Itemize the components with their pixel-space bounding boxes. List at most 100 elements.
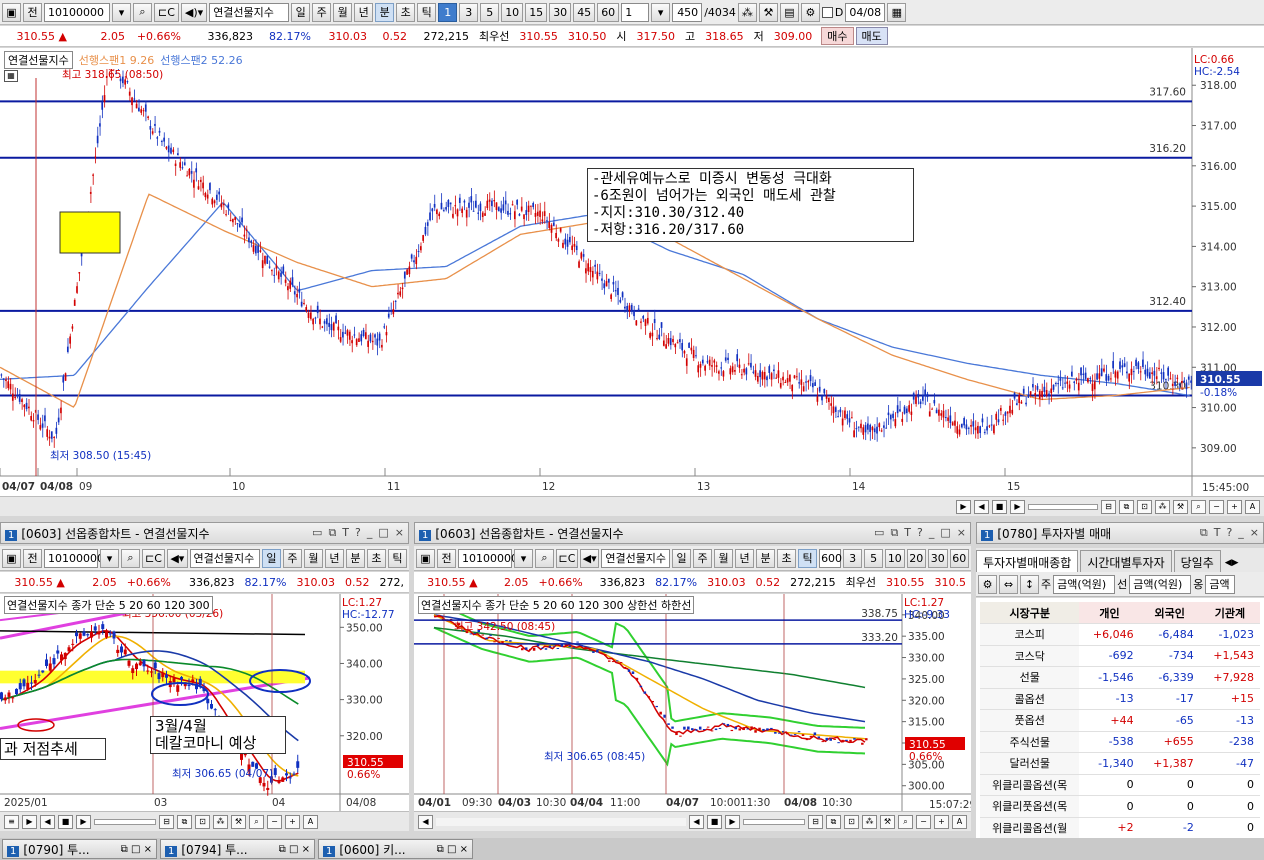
minus-icon[interactable]: − xyxy=(267,814,282,829)
tab-scroll-icon[interactable]: ◀▶ xyxy=(1223,558,1241,572)
speaker-icon[interactable]: ◀▾ xyxy=(579,548,600,568)
period-week[interactable]: 주 xyxy=(693,548,713,568)
table-row[interactable]: 선물 -1,546 -6,339 +7,928 xyxy=(980,666,1260,689)
tab-summary[interactable]: 투자자별매매종합 xyxy=(976,550,1079,572)
left-daily-chart[interactable]: 350.00 340.00 330.00 320.00 2025/01 03 04 04/08… xyxy=(0,594,409,812)
table-row[interactable]: 위클리콜옵션(목 0 0 0 xyxy=(980,774,1260,796)
period-week[interactable]: 주 xyxy=(312,2,332,22)
code-dropdown-icon[interactable]: ▾ xyxy=(112,2,131,22)
amount-select[interactable]: 금액(억원) xyxy=(1053,574,1116,594)
code-dropdown-icon[interactable]: ▾ xyxy=(100,548,119,568)
prev-button[interactable]: 전 xyxy=(23,2,42,22)
table-row[interactable]: 콜옵션 -13 -17 +15 xyxy=(980,688,1260,710)
mid-scrollbar[interactable]: ◀ ◀ ■ ▶ ⊟ ⧉ ⊡ ⁂ ⚒ ⌕ − + A xyxy=(414,811,971,831)
chart-menu-icon[interactable]: ▣ xyxy=(2,548,21,568)
window-icon[interactable]: ▭ xyxy=(312,526,322,540)
zoom-slider[interactable] xyxy=(94,818,156,825)
table-row[interactable]: 위클리콜옵션(월 +2 -2 0 xyxy=(980,817,1260,838)
chart-menu-icon[interactable]: ▣ xyxy=(2,2,21,22)
prev-button[interactable]: 전 xyxy=(23,548,42,568)
help-icon[interactable]: ? xyxy=(917,526,923,540)
compare-icon[interactable]: ⊏C xyxy=(154,2,179,22)
split-icon[interactable]: ⊡ xyxy=(195,814,210,829)
mid-tick-chart[interactable]: 340.00335.00330.00325.00320.00315.00310.… xyxy=(414,594,971,812)
layout-icon[interactable]: ⊟ xyxy=(159,814,174,829)
sell-button[interactable]: 매도 xyxy=(855,27,888,45)
main-price-chart[interactable]: 317.60316.20312.40310.30 318.00317.00316… xyxy=(0,48,1264,496)
table-row[interactable]: 풋옵션 +44 -65 -13 xyxy=(980,709,1260,732)
grid-toggle-icon[interactable]: ▦ xyxy=(4,70,18,82)
minimize-icon[interactable]: _ xyxy=(367,526,373,540)
window-icon[interactable]: ▭ xyxy=(874,526,884,540)
indicator2-icon[interactable]: ⁂ xyxy=(1155,499,1170,514)
table-row[interactable]: 위클리풋옵션(목 0 0 0 xyxy=(980,795,1260,818)
table-row[interactable]: 달러선물 -1,340 +1,387 -47 xyxy=(980,752,1260,775)
d-checkbox[interactable] xyxy=(821,6,833,18)
inv-window-titlebar[interactable]: 1 [0780] 투자자별 매매 ⧉ T? _ × xyxy=(976,522,1264,544)
code-input[interactable]: 10100000 xyxy=(44,548,104,568)
scroll-next-icon[interactable]: ▶ xyxy=(1010,499,1025,514)
interval-10[interactable]: 10 xyxy=(885,548,905,568)
indicator-icon[interactable]: ⁂ xyxy=(862,814,877,829)
minimize-icon[interactable]: _ xyxy=(1238,526,1244,540)
swap-h-icon[interactable]: ⇔ xyxy=(999,574,1018,594)
search-icon[interactable]: ⌕ xyxy=(535,548,554,568)
font-icon[interactable]: T xyxy=(342,526,349,540)
draw-icon[interactable]: ⚒ xyxy=(231,814,246,829)
copy-icon[interactable]: ⧉ xyxy=(328,526,336,540)
swap-v-icon[interactable]: ↕ xyxy=(1020,574,1039,594)
scroll-next-icon[interactable]: ▶ xyxy=(725,814,740,829)
help-icon[interactable]: ? xyxy=(355,526,361,540)
task-0600[interactable]: 1 [0600] 키... ⧉ □ × xyxy=(318,839,473,859)
legend-span2[interactable]: 선행스팬2 52.26 xyxy=(160,52,242,68)
zoom-icon[interactable]: ⌕ xyxy=(249,814,264,829)
memo-box[interactable]: -관세유예뉴스로 미증시 변동성 극대화 -6조원이 넘어가는 외국인 매도세 … xyxy=(587,168,914,242)
restore-icon[interactable]: ⧉ □ × xyxy=(279,844,310,855)
interval-3[interactable]: 3 xyxy=(843,548,863,568)
draw-icon[interactable]: ⚒ xyxy=(880,814,895,829)
mid-window-titlebar[interactable]: 1 [0603] 선옵종합차트 - 연결선물지수 ▭ ⧉ T? _ □ × xyxy=(414,522,971,544)
unit-input[interactable]: 1 xyxy=(621,2,650,22)
period-day[interactable]: 일 xyxy=(261,548,281,568)
table-row[interactable]: 주식선물 -538 +655 -238 xyxy=(980,731,1260,753)
plus-icon[interactable]: + xyxy=(285,814,300,829)
interval-45[interactable]: 45 xyxy=(573,2,596,22)
period-month[interactable]: 월 xyxy=(303,548,323,568)
period-year[interactable]: 년 xyxy=(324,548,344,568)
left-scrollbar[interactable]: ≡ ▶ ◀ ■ ▶ ⊟ ⧉ ⊡ ⁂ ⚒ ⌕ − + A xyxy=(0,811,409,831)
minimize-icon[interactable]: _ xyxy=(929,526,935,540)
period-day[interactable]: 일 xyxy=(672,548,692,568)
plus-icon[interactable]: + xyxy=(934,814,949,829)
name-field[interactable]: 연결선물지수 xyxy=(189,548,260,568)
legend-span1[interactable]: 선행스팬1 9.26 xyxy=(79,52,154,68)
table-row[interactable]: 코스닥 -692 -734 +1,543 xyxy=(980,645,1260,667)
copy-icon[interactable]: ⧉ xyxy=(890,526,898,540)
minus-icon[interactable]: − xyxy=(1209,499,1224,514)
window-icon[interactable]: ⧉ xyxy=(826,814,841,829)
indicator-icon[interactable]: ⁂ xyxy=(737,2,757,22)
window-icon[interactable]: ⧉ xyxy=(177,814,192,829)
split-icon[interactable]: ⊡ xyxy=(844,814,859,829)
layout-icon[interactable]: ⊟ xyxy=(1101,499,1116,514)
period-second[interactable]: 초 xyxy=(396,2,416,22)
search-icon[interactable]: ⌕ xyxy=(133,2,152,22)
tab-daily[interactable]: 당일추 xyxy=(1173,550,1221,572)
left-window-titlebar[interactable]: 1 [0603] 선옵종합차트 - 연결선물지수 ▭ ⧉ T? _ □ × xyxy=(0,522,409,544)
decalcomanie-note[interactable]: 3월/4월 데칼코마니 예상 xyxy=(150,716,286,754)
copy-icon[interactable]: ⧉ xyxy=(1200,526,1208,540)
period-month[interactable]: 월 xyxy=(714,548,734,568)
save-icon[interactable]: ▤ xyxy=(779,2,799,22)
period-minute[interactable]: 분 xyxy=(345,548,365,568)
compare-icon[interactable]: ⊏C xyxy=(142,548,166,568)
interval-5[interactable]: 5 xyxy=(864,548,884,568)
period-week[interactable]: 주 xyxy=(282,548,302,568)
auto-icon[interactable]: A xyxy=(1245,499,1260,514)
stop-icon[interactable]: ■ xyxy=(707,814,722,829)
period-day[interactable]: 일 xyxy=(291,2,311,22)
interval-20[interactable]: 20 xyxy=(906,548,927,568)
scroll-first-icon[interactable]: ▶ xyxy=(956,499,971,514)
buy-button[interactable]: 매수 xyxy=(821,27,854,45)
auto-icon[interactable]: A xyxy=(952,814,967,829)
period-tick[interactable]: 틱 xyxy=(417,2,437,22)
interval-input[interactable]: 600 xyxy=(819,548,842,568)
